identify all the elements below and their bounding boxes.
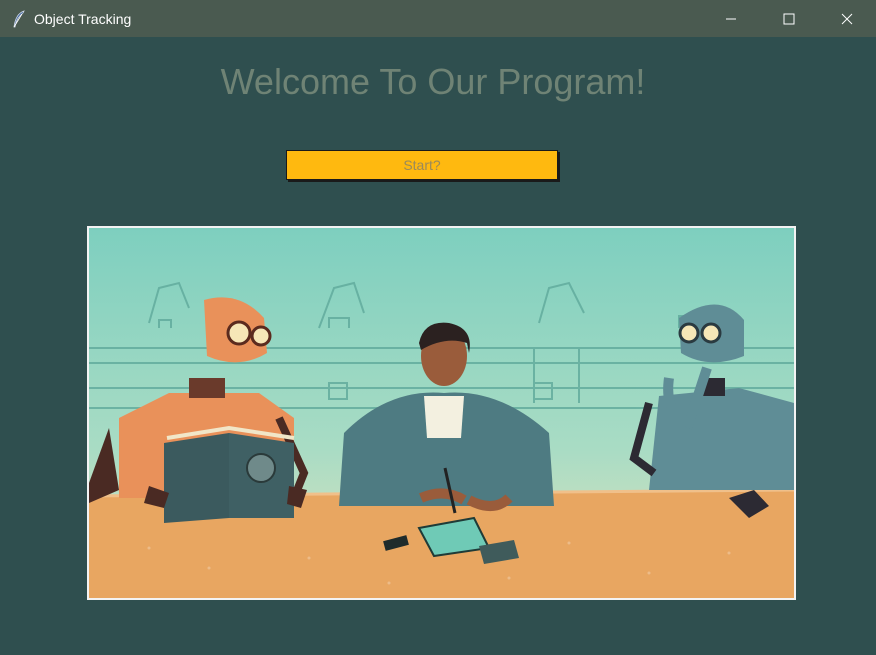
maximize-button[interactable]: [760, 0, 818, 37]
window-title: Object Tracking: [34, 10, 132, 27]
page-title: Welcome To Our Program!: [220, 61, 646, 102]
minimize-icon: [726, 18, 736, 19]
robots-engineer-illustration: [87, 226, 796, 600]
close-icon: [841, 13, 853, 24]
feather-icon: [13, 9, 25, 27]
minimize-button[interactable]: [702, 0, 760, 37]
main-content: Welcome To Our Program! Start?: [0, 37, 876, 655]
start-button[interactable]: Start?: [286, 150, 558, 180]
close-button[interactable]: [818, 0, 876, 37]
title-bar: Object Tracking: [0, 0, 876, 37]
maximize-icon: [783, 13, 795, 24]
